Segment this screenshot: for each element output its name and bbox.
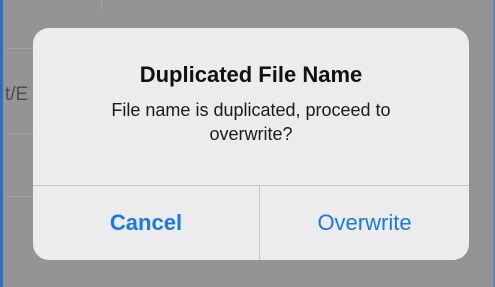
cancel-button[interactable]: Cancel bbox=[33, 186, 259, 260]
alert-title: Duplicated File Name bbox=[139, 62, 363, 87]
overwrite-button[interactable]: Overwrite bbox=[260, 186, 469, 260]
background-divider bbox=[101, 0, 102, 9]
alert-message: File name is duplicated, proceed to over… bbox=[111, 100, 391, 144]
alert-dialog: Duplicated File Name File name is duplic… bbox=[33, 28, 469, 260]
window-frame-left bbox=[0, 0, 3, 287]
